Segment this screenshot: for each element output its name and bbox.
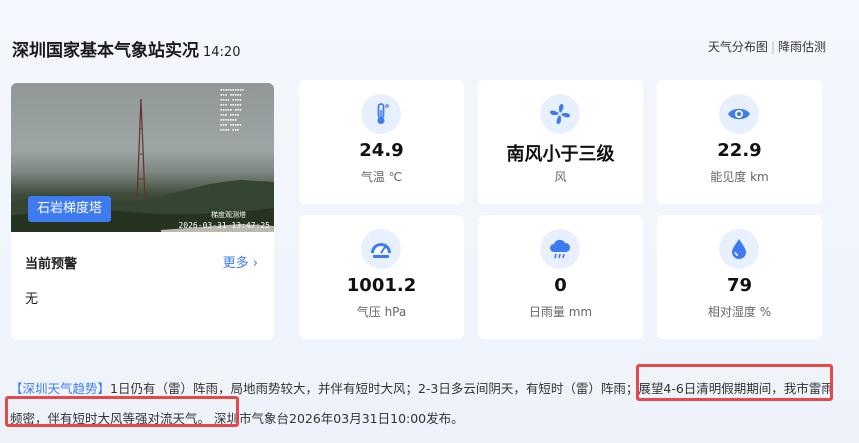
station-name: 深圳国家基本气象站实况 (12, 41, 199, 61)
rain-cloud-icon (540, 229, 580, 269)
chevron-right-icon: › (252, 256, 258, 271)
rainfall-label: 日雨量 mm (528, 305, 593, 319)
visibility-value: 22.9 (717, 140, 762, 161)
location-tag[interactable]: 石岩梯度塔 (28, 196, 112, 222)
camera-timestamp: 2026-03-31 13:47:25 (178, 221, 270, 230)
page-title: 深圳国家基本气象站实况 14:20 (12, 36, 240, 61)
more-label: 更多 (222, 256, 249, 271)
fan-icon (540, 94, 580, 134)
tile-rainfall: 0 日雨量 mm (478, 215, 643, 339)
rain-estimate-link[interactable]: 降雨估测 (778, 40, 826, 54)
observation-time: 14:20 (203, 45, 241, 60)
tile-visibility: 22.9 能见度 km (657, 80, 822, 204)
forecast-text: 【深圳天气趋势】1日仍有（雷）阵雨，局地雨势较大，并伴有短时大风；2-3日多云间… (10, 374, 840, 434)
humidity-label: 相对湿度 % (707, 305, 772, 319)
tile-wind: 南风小于三级 风 (478, 80, 643, 204)
tile-humidity: 79 相对湿度 % (657, 215, 822, 339)
temperature-value: 24.9 (359, 140, 404, 161)
webcam-warning-card: ▪▪▪▪▪▪▪▪▪▪ ▪▪▪ ▪▪▪▪▪ ▪▪▪▪ ▪▪▪▪ ▪▪▪ ▪▪▪▪▪ ▪▪▪… (11, 83, 274, 340)
water-drop-icon (719, 229, 759, 269)
pressure-value: 1001.2 (346, 275, 417, 296)
wind-label: 风 (554, 170, 567, 184)
rainfall-value: 0 (554, 275, 567, 296)
header: 深圳国家基本气象站实况 14:20 天气分布图 | 降雨估测 (12, 36, 832, 64)
pressure-label: 气压 hPa (356, 305, 407, 319)
tile-pressure: 1001.2 气压 hPa (299, 215, 464, 339)
camera-label: 梯度观测塔 (211, 211, 246, 219)
humidity-value: 79 (726, 275, 753, 296)
visibility-label: 能见度 km (710, 170, 769, 184)
thermometer-icon (361, 94, 401, 134)
weather-map-link[interactable]: 天气分布图 (708, 40, 768, 54)
camera-overlay-data: ▪▪▪▪▪▪▪▪▪▪ ▪▪▪ ▪▪▪▪▪ ▪▪▪▪ ▪▪▪▪ ▪▪▪ ▪▪▪▪▪ ▪▪▪… (220, 87, 245, 132)
temperature-label: 气温 ℃ (360, 170, 403, 184)
gauge-icon (361, 229, 401, 269)
forecast-publisher: 深圳市气象台2026年03月31日10:00发布。 (210, 411, 464, 426)
warning-title: 当前预警 (25, 257, 78, 272)
wind-value: 南风小于三级 (506, 144, 615, 165)
eye-icon (719, 94, 759, 134)
warning-more-link[interactable]: 更多 › (223, 252, 258, 271)
forecast-tag[interactable]: 【深圳天气趋势】 (10, 381, 110, 396)
header-links: 天气分布图 | 降雨估测 (708, 38, 826, 55)
warning-value: 无 (25, 292, 39, 307)
tower-graphic (136, 99, 146, 199)
tile-temperature: 24.9 气温 ℃ (299, 80, 464, 204)
forecast-part1: 1日仍有（雷）阵雨，局地雨势较大，并伴有短时大风；2-3日多云间阴天，有短时（雷… (110, 381, 639, 396)
link-divider: | (770, 40, 775, 54)
